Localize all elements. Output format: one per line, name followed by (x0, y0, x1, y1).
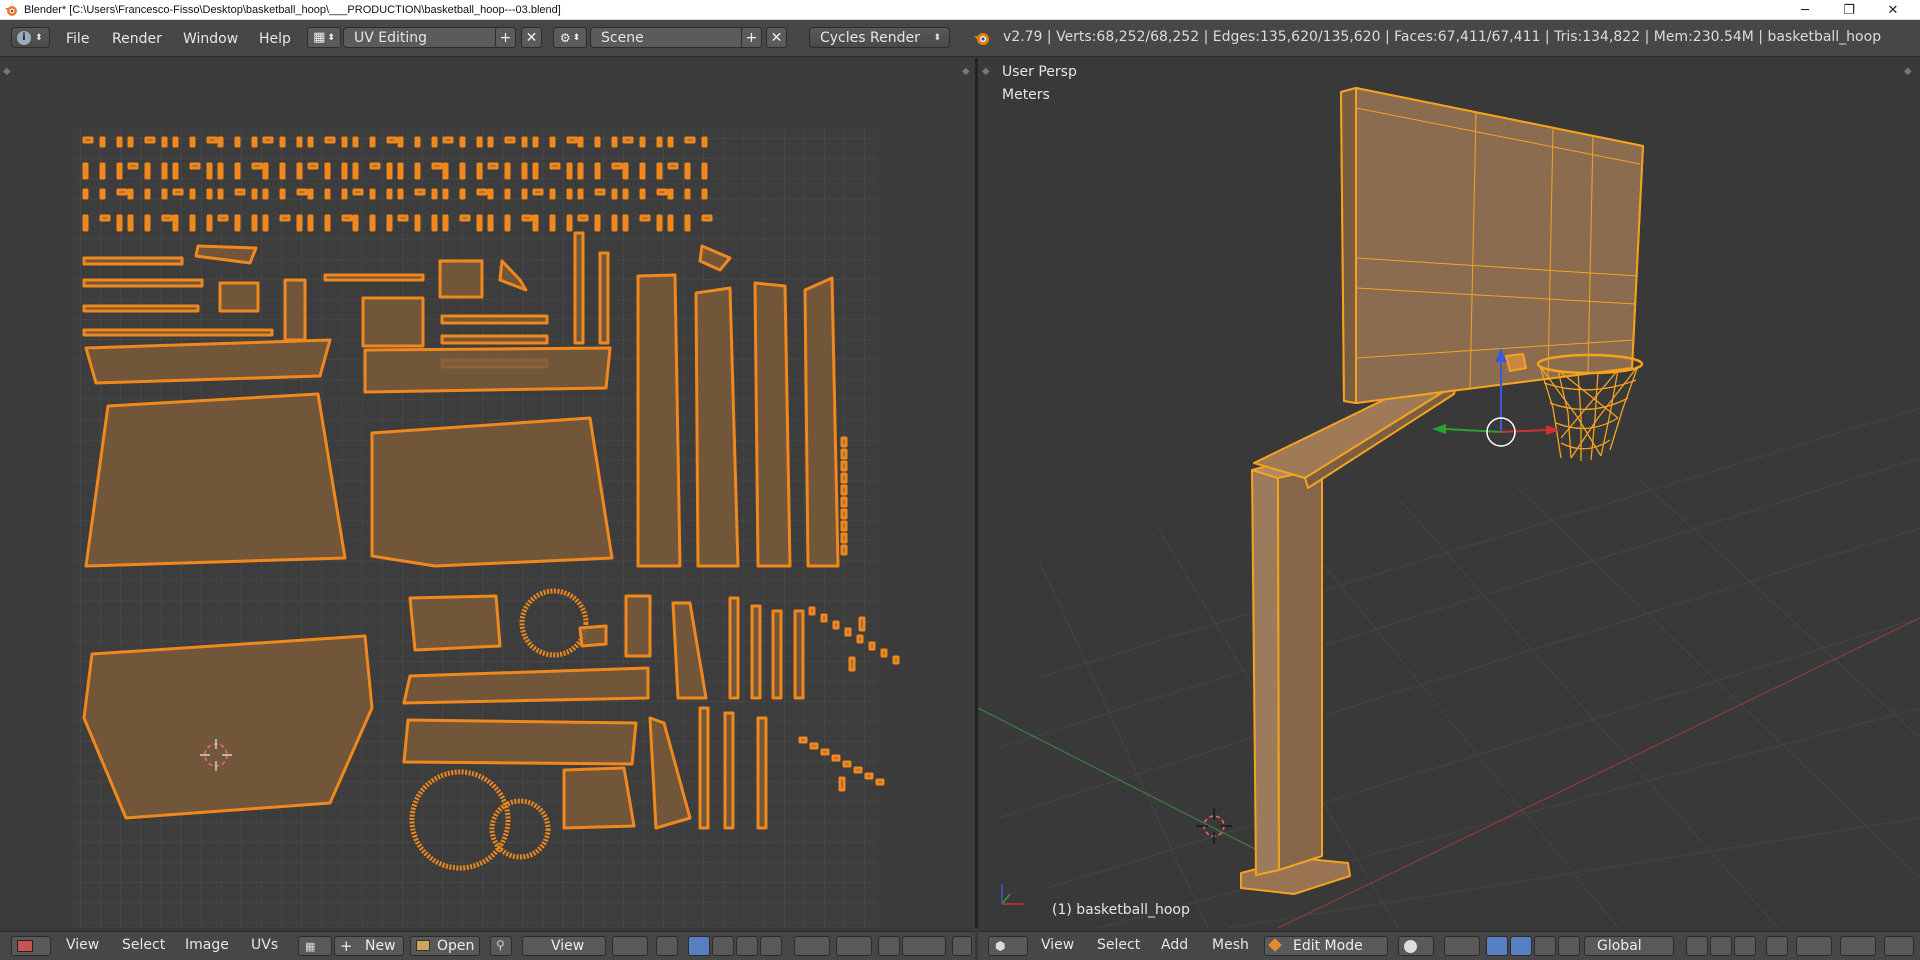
island-select-button[interactable] (760, 936, 782, 956)
scale-manipulator-button[interactable] (1558, 936, 1580, 956)
proportional-edit-button[interactable] (1796, 936, 1832, 956)
3d-viewport[interactable]: User Persp Meters ◆ ◆ (1) basketball_hoo… (978, 58, 1920, 928)
scene-selector-button[interactable]: ⚙ ⬍ (553, 27, 587, 48)
layout-grid-icon: ▦ (313, 30, 326, 45)
view-axis-widget (1001, 884, 1024, 905)
sphere-icon (1404, 940, 1417, 953)
new-label: New (365, 938, 396, 954)
edge-select-button[interactable] (712, 936, 734, 956)
occlude-geometry-button[interactable] (1766, 936, 1788, 956)
face-select-button[interactable] (736, 936, 758, 956)
window-title: Blender* [C:\Users\Francesco-Fisso\Deskt… (24, 3, 561, 16)
interaction-mode-dropdown[interactable]: Edit Mode (1264, 936, 1388, 956)
edit-mode-icon (1268, 938, 1282, 952)
cube-icon: ⬢ (995, 939, 1006, 953)
pin-image-button[interactable]: ⚲ (490, 936, 512, 956)
basketball-hoop-mesh (1240, 87, 1644, 895)
3d-menu-view[interactable]: View (1041, 937, 1074, 953)
blender-logo-icon (974, 33, 989, 45)
restore-icon[interactable]: ❐ (1827, 0, 1871, 20)
render-preview-button[interactable] (1884, 936, 1914, 956)
orientation-label: Global (1597, 938, 1642, 954)
proportional-editing-dropdown[interactable] (836, 936, 872, 956)
floor-grid (997, 407, 1920, 928)
close-icon[interactable]: ✕ (1871, 0, 1915, 20)
close-icon: ✕ (770, 29, 783, 46)
mode-label: Edit Mode (1293, 938, 1363, 954)
snap-element-button[interactable] (1840, 936, 1876, 956)
screen-layout-selector-button[interactable]: ▦ ⬍ (307, 27, 341, 48)
view-label: View (551, 938, 585, 954)
scene-statistics: v2.79 | Verts:68,252/68,252 | Edges:135,… (1003, 29, 1882, 45)
layer-button-2[interactable] (1710, 936, 1732, 956)
transform-orientation-dropdown[interactable]: Global (1584, 936, 1674, 956)
chevron-updown-icon: ⬍ (933, 32, 941, 43)
pivot-point-dropdown[interactable] (1444, 936, 1480, 956)
layer-button-1[interactable] (1686, 936, 1708, 956)
scene-field[interactable]: Scene (590, 27, 750, 48)
active-object-label: (1) basketball_hoop (1052, 902, 1190, 918)
snap-dropdown[interactable] (794, 936, 830, 956)
menu-render[interactable]: Render (112, 31, 162, 47)
render-engine-dropdown[interactable]: Cycles Render ⬍ (809, 27, 950, 48)
uv-menu-uvs[interactable]: UVs (251, 937, 278, 953)
sticky-selection-button[interactable] (656, 936, 678, 956)
screen-layout-field[interactable]: UV Editing (343, 27, 503, 48)
menu-help[interactable]: Help (259, 31, 291, 47)
viewport-shading-dropdown[interactable] (1398, 936, 1434, 956)
editor-type-image-button[interactable] (11, 936, 51, 956)
remove-layout-button[interactable]: ✕ (521, 27, 542, 48)
open-label: Open (437, 938, 475, 954)
open-image-button[interactable]: Open (410, 936, 480, 956)
viewport-canvas[interactable] (978, 58, 1920, 928)
uv-menu-image[interactable]: Image (185, 937, 229, 953)
minimize-icon[interactable]: ─ (1783, 0, 1827, 20)
blender-window: Blender* [C:\Users\Francesco-Fisso\Deskt… (0, 0, 1920, 960)
proportional-falloff-button[interactable] (878, 936, 900, 956)
uv-menu-view[interactable]: View (66, 937, 99, 953)
window-title-bar: Blender* [C:\Users\Francesco-Fisso\Deskt… (0, 0, 1920, 20)
editor-type-info-button[interactable]: i ⬍ (11, 27, 50, 48)
3d-menu-select[interactable]: Select (1097, 937, 1140, 953)
blender-logo-icon (5, 5, 17, 16)
scene-icon: ⚙ (559, 30, 571, 45)
layer-button-3[interactable] (1734, 936, 1756, 956)
3d-menu-add[interactable]: Add (1161, 937, 1188, 953)
close-icon: ✕ (525, 29, 538, 46)
snap-target-button[interactable] (952, 936, 972, 956)
plus-icon: + (340, 937, 353, 955)
info-icon: i (17, 30, 31, 45)
vertex-select-button[interactable] (688, 936, 710, 956)
x-axis-line (1277, 617, 1920, 928)
uv-image-editor[interactable]: ◆ ◆ (0, 58, 975, 928)
new-image-button[interactable]: + New (334, 936, 404, 956)
uv-canvas[interactable] (0, 58, 975, 928)
add-layout-button[interactable]: + (495, 27, 516, 48)
plus-icon: + (745, 29, 758, 46)
pivot-dropdown[interactable] (612, 936, 648, 956)
3d-menu-mesh[interactable]: Mesh (1212, 937, 1249, 953)
translate-manipulator-button[interactable] (1510, 936, 1532, 956)
folder-icon (416, 940, 430, 951)
add-scene-button[interactable]: + (741, 27, 762, 48)
menu-file[interactable]: File (66, 31, 89, 47)
render-engine-label: Cycles Render (820, 29, 920, 46)
view-mode-dropdown[interactable]: View (522, 936, 606, 956)
plus-icon: + (499, 29, 512, 46)
remove-scene-button[interactable]: ✕ (766, 27, 787, 48)
browse-image-button[interactable]: ▦ (298, 936, 332, 956)
menu-window[interactable]: Window (183, 31, 238, 47)
3d-cursor-icon (1196, 808, 1232, 844)
rotate-manipulator-button[interactable] (1534, 936, 1556, 956)
pin-icon: ⚲ (496, 938, 505, 952)
image-editor-icon (17, 940, 33, 952)
uv-menu-select[interactable]: Select (122, 937, 165, 953)
editor-type-3d-button[interactable]: ⬢ (988, 936, 1028, 956)
uv-sync-button[interactable] (902, 936, 946, 956)
manipulator-toggle-button[interactable] (1486, 936, 1508, 956)
image-icon: ▦ (305, 940, 316, 953)
chevron-updown-icon: ⬍ (35, 32, 43, 43)
